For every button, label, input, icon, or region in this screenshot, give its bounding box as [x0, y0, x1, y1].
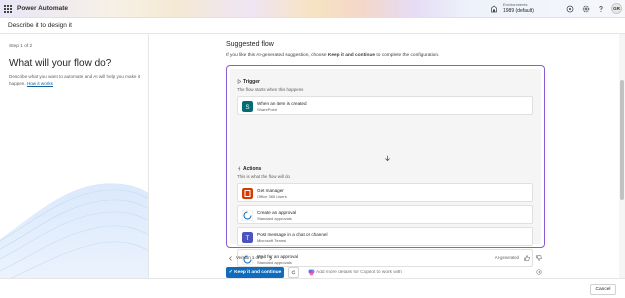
action-connector: Standard approvals: [257, 216, 292, 221]
actions-section-title: Actions: [237, 166, 261, 172]
actions-icon: [238, 166, 241, 171]
desc-suffix: to complete the configuration.: [376, 53, 440, 58]
keep-button-label: Keep it and continue: [234, 270, 282, 275]
chevron-left-icon[interactable]: [228, 256, 233, 261]
left-heading: What will your flow do?: [9, 58, 112, 69]
help-icon[interactable]: [597, 5, 605, 13]
left-description: Describe what you want to automate and A…: [9, 74, 141, 87]
trigger-card-name: When an item is created: [257, 101, 307, 106]
how-it-works-link[interactable]: How it works: [27, 81, 53, 86]
chevron-right-icon[interactable]: [268, 256, 273, 261]
approvals-icon: [242, 210, 253, 221]
action-name: Get manager: [257, 188, 284, 193]
flow-preview: Trigger The flow starts when this happen…: [226, 65, 545, 267]
thumbs-down-icon[interactable]: [536, 255, 542, 261]
action-name: Create an approval: [257, 210, 297, 215]
flow-preview-inner: Trigger The flow starts when this happen…: [230, 69, 541, 267]
version-row: Version 1 of 2 AI-generated: [226, 255, 545, 263]
svg-text:S: S: [245, 105, 249, 111]
app-launcher-icon[interactable]: [4, 5, 12, 13]
desc-bold: Keep it and continue: [327, 53, 376, 58]
trigger-subtitle: The flow starts when this happens: [237, 87, 304, 92]
action-card-post-message[interactable]: T Post message in a chat or channel Micr…: [237, 227, 533, 246]
suggested-flow-title: Suggested flow: [226, 41, 274, 48]
actions-title: Actions: [243, 166, 262, 172]
footer: Cancel: [0, 278, 625, 298]
action-connector: Office 365 Users: [257, 194, 287, 199]
settings-gear-icon[interactable]: [582, 5, 590, 13]
trigger-card[interactable]: S When an item is created SharePoint: [237, 96, 533, 115]
action-connector: Microsoft Teams: [257, 238, 287, 243]
office-365-icon: [242, 188, 253, 199]
user-avatar[interactable]: GR: [611, 3, 622, 14]
version-label: Version 1 of 2: [236, 255, 263, 260]
teams-icon: T: [242, 232, 253, 243]
desc-prefix: If you like this AI-generated suggestion…: [226, 53, 327, 58]
main-scrollbar[interactable]: [619, 34, 625, 278]
page-title: Describe it to design it: [8, 22, 72, 29]
trigger-section-title: Trigger: [237, 79, 260, 85]
scrollbar-thumb[interactable]: [620, 80, 624, 200]
actions-subtitle: This is what the flow will do: [237, 174, 290, 179]
environment-picker[interactable]: Environments 1989 (default): [503, 2, 534, 14]
check-icon: ✓: [228, 270, 233, 275]
ai-generated-label: AI-generated: [494, 255, 519, 260]
thumbs-up-icon[interactable]: [524, 255, 530, 261]
environment-icon[interactable]: [490, 5, 498, 13]
sharepoint-icon: S: [242, 101, 253, 112]
step-indicator: Step 1 of 2: [9, 44, 33, 49]
trigger-card-connector: SharePoint: [257, 107, 277, 112]
app-title[interactable]: Power Automate: [17, 4, 68, 14]
keep-it-and-continue-button[interactable]: ✓ Keep it and continue: [226, 267, 284, 278]
action-card-get-manager[interactable]: Get manager Office 365 Users: [237, 183, 533, 202]
regenerate-button[interactable]: [288, 267, 299, 278]
environment-value: 1989 (default): [503, 8, 534, 14]
svg-text:T: T: [246, 236, 250, 242]
action-name: Post message in a chat or channel: [257, 232, 328, 237]
cancel-button[interactable]: Cancel: [590, 284, 616, 295]
trigger-title: Trigger: [243, 79, 260, 85]
send-icon[interactable]: [536, 269, 542, 275]
refresh-icon: [291, 270, 296, 275]
copilot-input[interactable]: [305, 267, 545, 278]
copilot-icon[interactable]: [566, 5, 574, 13]
top-app-bar: Power Automate Environments 1989 (defaul…: [0, 0, 625, 18]
left-panel: Step 1 of 2 What will your flow do? Desc…: [0, 34, 149, 298]
sub-header: Describe it to design it: [0, 18, 625, 34]
action-card-create-approval[interactable]: Create an approval Standard approvals: [237, 205, 533, 224]
main-panel: Suggested flow If you like this AI-gener…: [150, 34, 625, 278]
trigger-icon: [237, 79, 242, 84]
suggested-flow-description: If you like this AI-generated suggestion…: [226, 53, 439, 58]
arrow-down-icon: [385, 155, 390, 162]
